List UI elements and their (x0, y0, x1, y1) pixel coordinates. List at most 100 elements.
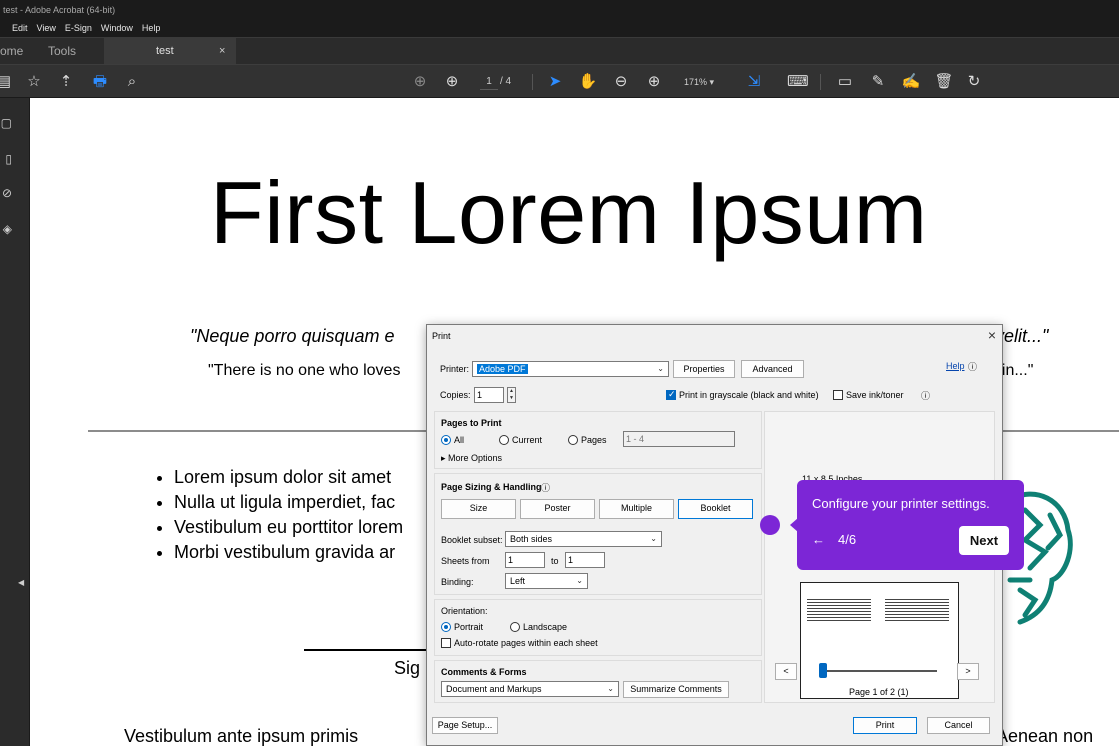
page-thumbnails-icon[interactable]: ▢ (0, 116, 12, 130)
portrait-label: Portrait (454, 622, 484, 632)
info-icon[interactable]: ⓘ (921, 389, 930, 402)
cancel-button[interactable]: Cancel (927, 717, 990, 734)
properties-button[interactable]: Properties (673, 360, 735, 378)
toolbar-divider (532, 74, 533, 90)
select-cursor-icon[interactable]: ➤ (545, 72, 565, 92)
save-icon[interactable]: ▤ (0, 72, 14, 92)
preview-page (800, 582, 959, 699)
current-page-radio[interactable] (499, 435, 509, 445)
star-icon[interactable]: ☆ (24, 72, 44, 92)
collapse-panel-icon[interactable]: ◀ (18, 578, 24, 587)
pages-range-input[interactable]: 1 - 4 (623, 431, 735, 447)
preview-next-button[interactable]: > (957, 663, 979, 680)
binding-label: Binding: (441, 577, 474, 587)
poster-button[interactable]: Poster (520, 499, 595, 519)
sheets-from-label: Sheets from (441, 556, 490, 566)
chevron-down-icon: ⌄ (576, 576, 583, 585)
list-item: Morbi vestibulum gravida ar (174, 540, 403, 565)
preview-page-slider[interactable] (819, 670, 937, 672)
more-options-label: More Options (448, 453, 503, 463)
zoom-level-dropdown[interactable]: 171% ▾ (684, 74, 714, 90)
all-pages-radio[interactable] (441, 435, 451, 445)
advanced-button[interactable]: Advanced (741, 360, 804, 378)
help-link[interactable]: Help (946, 361, 965, 371)
print-button[interactable]: Print (853, 717, 917, 734)
orientation-group: Orientation: Portrait Landscape Auto-rot… (434, 599, 762, 656)
copies-stepper[interactable]: ▲ ▼ (507, 387, 516, 403)
chevron-down-icon: ⌄ (657, 364, 664, 373)
menu-edit[interactable]: Edit (12, 20, 28, 37)
quote-line-2: "There is no one who loves (208, 362, 401, 379)
help-info-icon[interactable]: ⓘ (968, 360, 977, 373)
bookmark-icon[interactable]: ▯ (0, 152, 12, 166)
previous-page-icon[interactable]: ⊕ (410, 72, 430, 92)
save-ink-checkbox[interactable] (833, 390, 843, 400)
booklet-button[interactable]: Booklet (678, 499, 753, 519)
tab-document[interactable]: test × (104, 38, 236, 64)
share-cloud-icon[interactable]: ⇡ (56, 72, 76, 92)
tab-document-label: test (156, 45, 174, 57)
sign-icon[interactable]: ✍ (901, 72, 921, 92)
copies-label: Copies: (440, 390, 471, 400)
landscape-label: Landscape (523, 622, 568, 632)
menu-window[interactable]: Window (101, 20, 133, 37)
sheets-from-input[interactable]: 1 (505, 552, 545, 568)
menu-esign[interactable]: E-Sign (65, 20, 92, 37)
zoom-out-icon[interactable]: ⊖ (611, 72, 631, 92)
menu-view[interactable]: View (37, 20, 56, 37)
scroll-mode-icon[interactable]: ⌨ (787, 72, 809, 92)
fit-page-icon[interactable]: ⇲ (744, 72, 764, 92)
more-options-toggle[interactable]: ▸ More Options (441, 453, 502, 464)
portrait-radio[interactable] (441, 622, 451, 632)
toolbar-divider (820, 74, 821, 90)
tab-close-icon[interactable]: × (219, 38, 225, 64)
attachment-icon[interactable]: ⊘ (0, 186, 12, 200)
tour-next-button[interactable]: Next (959, 526, 1009, 555)
menu-help[interactable]: Help (142, 20, 161, 37)
rotate-icon[interactable]: ↻ (964, 72, 984, 92)
landscape-radio[interactable] (510, 622, 520, 632)
tab-tools[interactable]: Tools (48, 38, 76, 64)
layers-icon[interactable]: ◈ (0, 222, 12, 236)
page-setup-button[interactable]: Page Setup... (432, 717, 498, 734)
booklet-subset-select[interactable]: Both sides ⌄ (505, 531, 662, 547)
binding-value: Left (510, 576, 526, 586)
preview-slider-handle[interactable] (819, 663, 827, 678)
pages-radio[interactable] (568, 435, 578, 445)
list-item: Vestibulum eu porttitor lorem (174, 515, 403, 540)
sizing-info-icon[interactable]: ⓘ (541, 481, 550, 494)
save-ink-label: Save ink/toner (846, 390, 904, 400)
sheets-to-input[interactable]: 1 (565, 552, 605, 568)
multiple-button[interactable]: Multiple (599, 499, 674, 519)
copies-input[interactable]: 1 (474, 387, 504, 403)
printer-label: Printer: (440, 364, 470, 374)
autorotate-checkbox[interactable] (441, 638, 451, 648)
window-title: test - Adobe Acrobat (64-bit) (3, 5, 116, 15)
binding-select[interactable]: Left ⌄ (505, 573, 588, 589)
delete-icon[interactable]: 🗑 (934, 72, 954, 92)
close-icon[interactable]: × (988, 327, 996, 343)
tour-hotspot[interactable] (760, 515, 780, 535)
comment-icon[interactable]: ▭ (835, 72, 855, 92)
highlight-pen-icon[interactable]: ✎ (868, 72, 888, 92)
page-number-input[interactable]: 1 (480, 74, 498, 90)
grayscale-checkbox[interactable] (666, 389, 676, 400)
booklet-subset-value: Both sides (510, 534, 553, 544)
print-icon[interactable]: 🖶 (90, 72, 110, 92)
next-page-icon[interactable]: ⊕ (442, 72, 462, 92)
preview-prev-button[interactable]: < (775, 663, 797, 680)
back-arrow-icon[interactable]: ← (812, 532, 825, 547)
tab-home[interactable]: ome (0, 38, 23, 64)
hand-tool-icon[interactable]: ✋ (578, 72, 598, 92)
page-sizing-group: Page Sizing & Handling ⓘ Size Poster Mul… (434, 473, 762, 595)
dialog-title: Print (432, 331, 451, 341)
summarize-comments-button[interactable]: Summarize Comments (623, 681, 729, 698)
comments-forms-select[interactable]: Document and Markups ⌄ (441, 681, 619, 697)
zoom-in-icon[interactable]: ⊕ (644, 72, 664, 92)
size-button[interactable]: Size (441, 499, 516, 519)
tooltip-message: Configure your printer settings. (812, 496, 990, 511)
page-total: / 4 (500, 76, 512, 87)
find-icon[interactable]: ⌕ (122, 72, 142, 92)
printer-select[interactable]: Adobe PDF ⌄ (472, 361, 669, 377)
preview-text-block (885, 599, 949, 623)
